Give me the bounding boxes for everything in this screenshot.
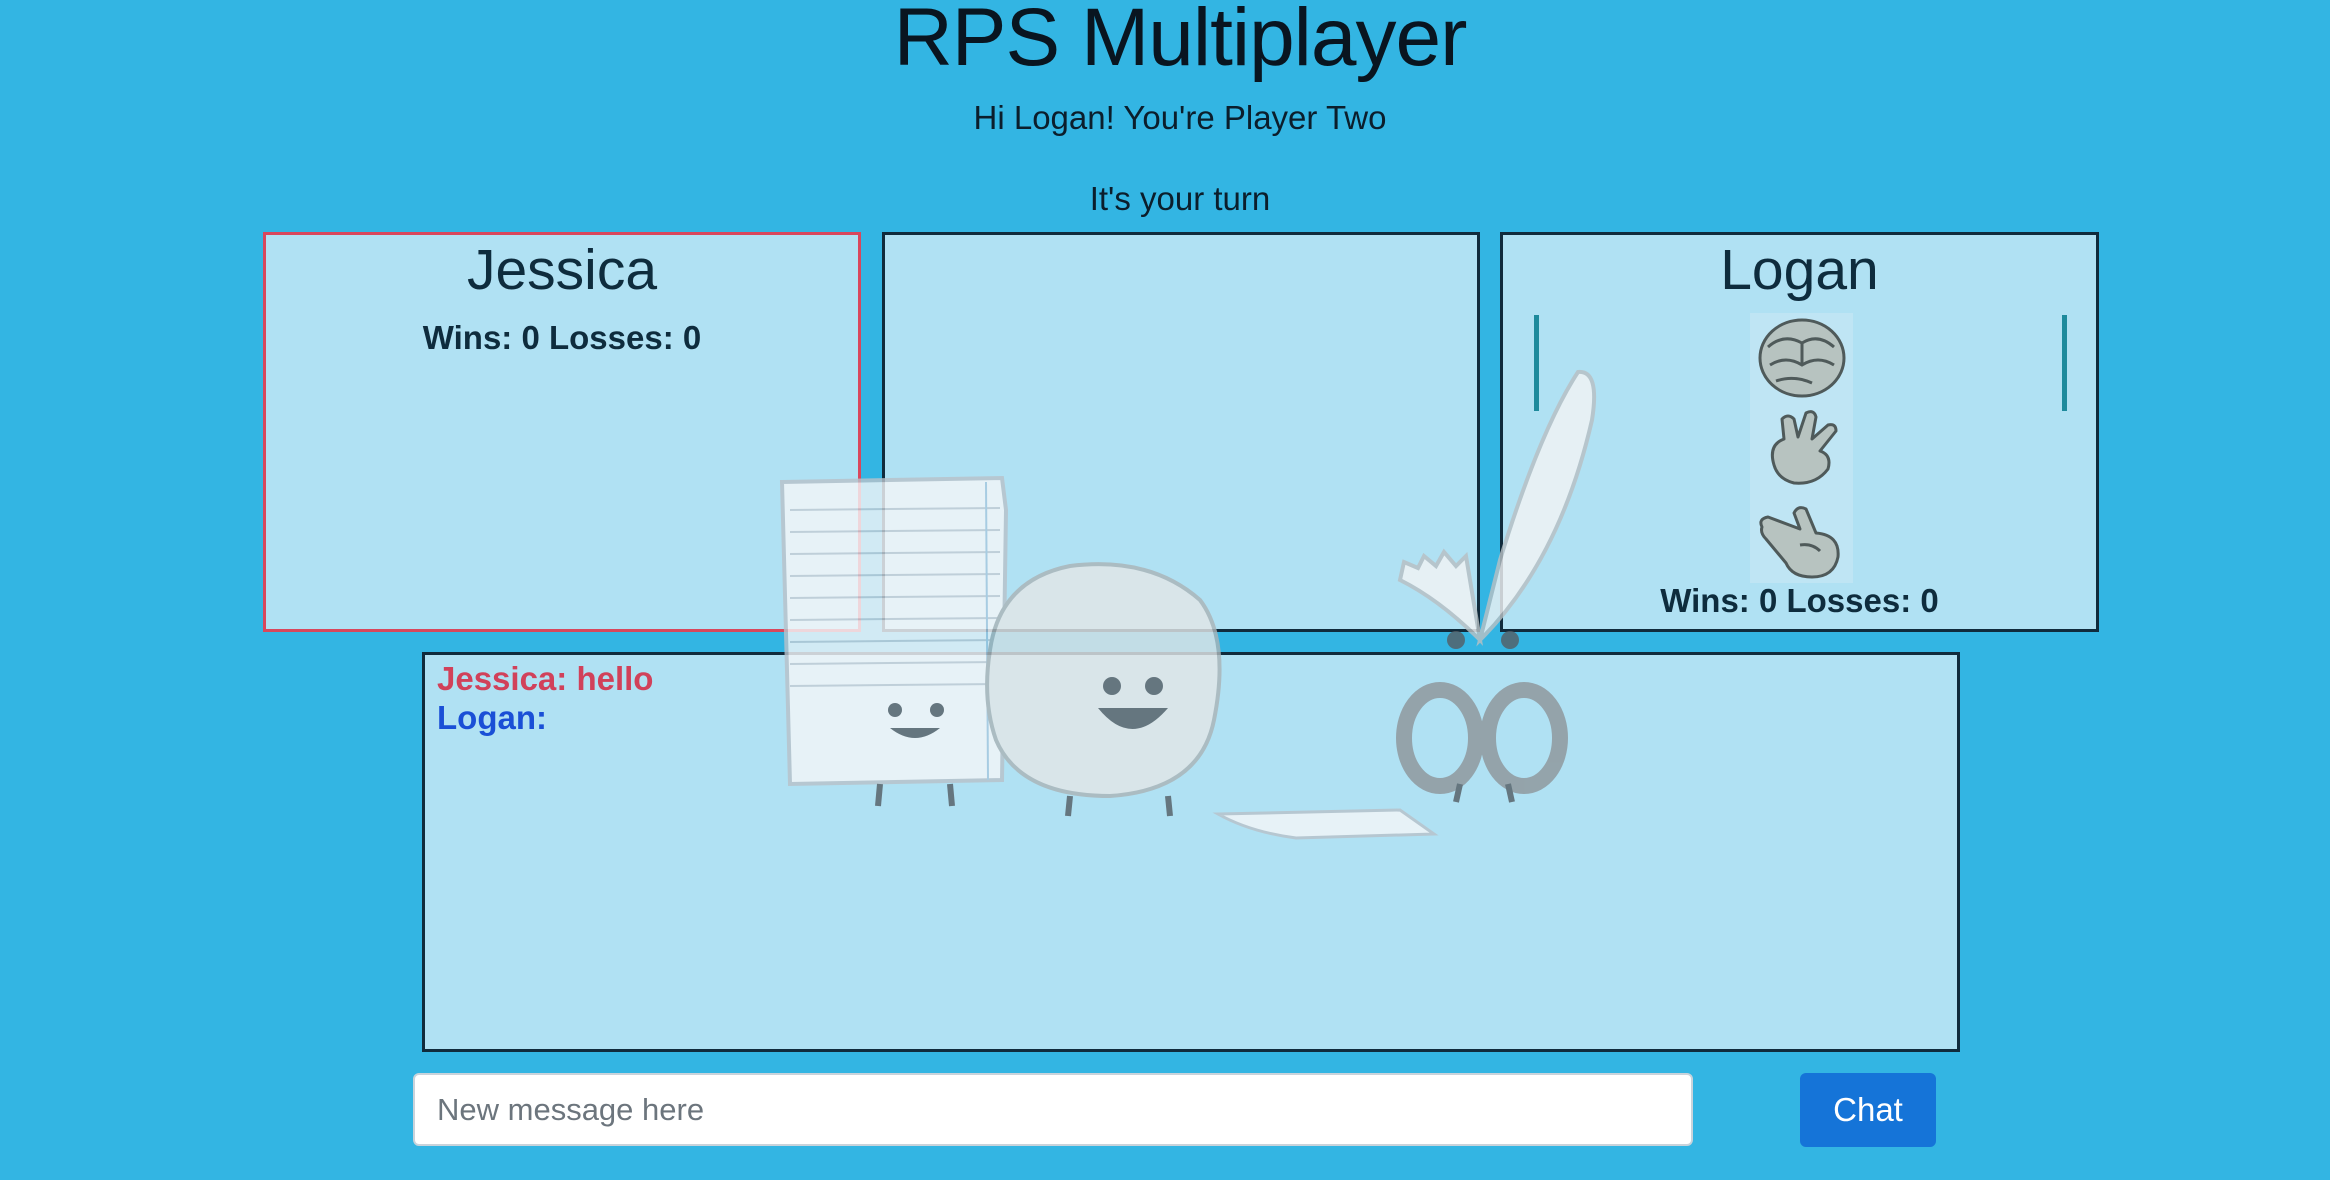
page-title: RPS Multiplayer xyxy=(893,0,1468,83)
message-input[interactable] xyxy=(413,1073,1693,1146)
player-one-name: Jessica xyxy=(466,238,658,302)
scissors-hand-icon xyxy=(1759,506,1840,579)
left-divider xyxy=(1534,315,1539,411)
player-one-panel: Jessica Wins: 0 Losses: 0 xyxy=(263,232,861,632)
player-two-score: Wins: 0 Losses: 0 xyxy=(1660,582,1939,619)
paper-hand-icon xyxy=(1770,410,1838,485)
paper-choice-button[interactable] xyxy=(1754,405,1850,491)
player-greeting: Hi Logan! You're Player Two xyxy=(973,99,1387,136)
scissors-choice-button[interactable] xyxy=(1754,499,1850,585)
player-two-name: Logan xyxy=(1720,238,1879,302)
choice-list xyxy=(1750,313,1853,583)
turn-status: It's your turn xyxy=(1089,180,1271,217)
right-divider xyxy=(2062,315,2067,411)
chat-message: Logan: xyxy=(437,699,547,736)
game-page: RPS Multiplayer Hi Logan! You're Player … xyxy=(0,0,2330,1180)
chat-log: Jessica: hello Logan: xyxy=(422,652,1960,1052)
rock-choice-button[interactable] xyxy=(1754,313,1850,399)
player-two-panel: Logan Wins: 0 Losses: 0 xyxy=(1500,232,2099,632)
chat-message: Jessica: hello xyxy=(437,660,654,697)
rock-hand-icon xyxy=(1758,318,1846,398)
player-one-score: Wins: 0 Losses: 0 xyxy=(422,319,702,356)
chat-send-button[interactable]: Chat xyxy=(1800,1073,1936,1147)
result-panel xyxy=(882,232,1480,632)
